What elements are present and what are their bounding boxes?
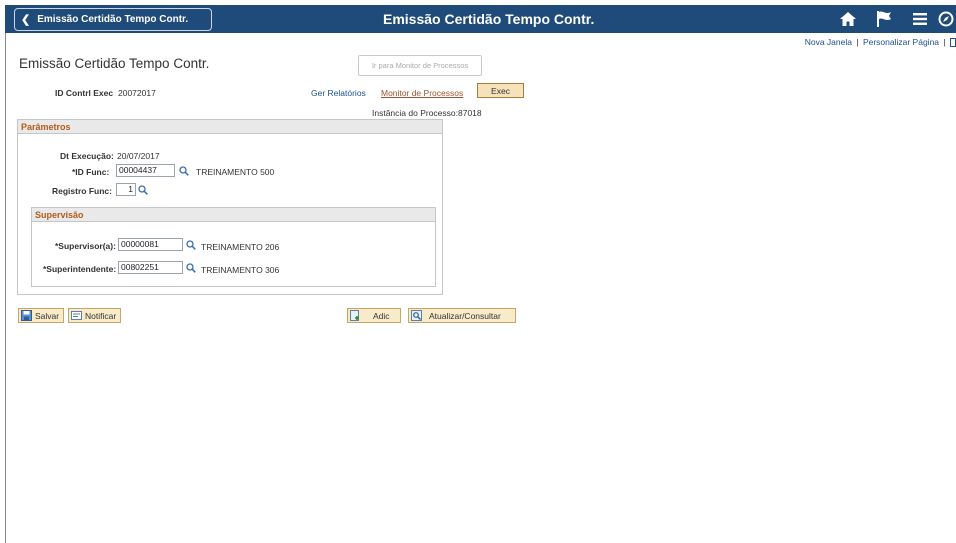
- link-separator: |: [943, 37, 946, 47]
- supervisor-lookup-icon[interactable]: [186, 240, 196, 250]
- save-button[interactable]: Salvar: [18, 308, 65, 323]
- save-button-label: Salvar: [35, 310, 60, 321]
- process-instance: Instância do Processo:87018: [372, 108, 482, 118]
- notify-icon: [71, 311, 82, 320]
- parametros-header: Parâmetros: [18, 120, 442, 134]
- link-separator: |: [856, 37, 859, 47]
- add-icon: [350, 310, 359, 321]
- superintendente-lookup-icon[interactable]: [186, 263, 196, 273]
- menu-icon[interactable]: [902, 5, 938, 33]
- dt-execucao-label: Dt Execução:: [60, 151, 114, 161]
- notify-button-label: Notificar: [85, 310, 117, 321]
- personalize-page-link[interactable]: Personalizar Página: [863, 37, 939, 47]
- flag-icon[interactable]: [866, 5, 902, 33]
- banner-title: Emissão Certidão Tempo Contr.: [383, 11, 595, 27]
- run-control-label: ID Contrl Exec: [55, 88, 114, 98]
- process-instance-value: 87018: [458, 108, 482, 118]
- notify-button[interactable]: Notificar: [68, 308, 122, 323]
- save-icon: [21, 310, 32, 321]
- page-title: Emissão Certidão Tempo Contr.: [19, 56, 210, 71]
- registro-func-lookup-icon[interactable]: [138, 185, 148, 195]
- add-button-label: Adic: [373, 310, 390, 321]
- go-to-process-monitor-button: Ir para Monitor de Processos: [358, 55, 482, 76]
- chevron-left-icon: ❮: [21, 14, 31, 26]
- update-display-button[interactable]: Atualizar/Consultar: [408, 308, 516, 323]
- update-display-icon: [411, 310, 422, 321]
- superintendente-label: *Superintendente:: [43, 264, 117, 274]
- supervisao-header: Supervisão: [32, 208, 435, 222]
- add-button[interactable]: Adic: [347, 308, 401, 323]
- id-func-label: *ID Func:: [72, 167, 110, 177]
- banner-actions: [830, 5, 956, 33]
- back-button[interactable]: ❮ Emissão Certidão Tempo Contr.: [14, 8, 212, 31]
- superintendente-input[interactable]: 00802251: [118, 261, 183, 274]
- supervisor-description: TREINAMENTO 206: [201, 242, 280, 252]
- top-links: Nova Janela | Personalizar Página |: [805, 37, 956, 48]
- top-banner: ❮ Emissão Certidão Tempo Contr. Emissão …: [5, 5, 956, 33]
- process-monitor-link[interactable]: Monitor de Processos: [381, 88, 463, 98]
- id-func-input[interactable]: 00004437: [116, 164, 175, 177]
- back-button-label: Emissão Certidão Tempo Contr.: [37, 14, 189, 25]
- dt-execucao-value: 20/07/2017: [117, 151, 160, 161]
- registro-func-input[interactable]: 1: [116, 183, 136, 196]
- report-manager-link[interactable]: Ger Relatórios: [311, 88, 366, 98]
- id-func-description: TREINAMENTO 500: [196, 167, 275, 177]
- registro-func-label: Registro Func:: [52, 186, 112, 196]
- new-window-link[interactable]: Nova Janela: [805, 37, 852, 47]
- run-control-value: 20072017: [118, 88, 156, 98]
- id-func-lookup-icon[interactable]: [179, 166, 189, 176]
- process-instance-label: Instância do Processo:: [372, 108, 458, 118]
- supervisor-input[interactable]: 00000081: [118, 238, 183, 251]
- home-icon[interactable]: [830, 5, 866, 33]
- navbar-icon[interactable]: [938, 5, 956, 33]
- supervisor-label: *Supervisor(a):: [55, 241, 116, 251]
- superintendente-description: TREINAMENTO 306: [201, 265, 280, 275]
- help-icon[interactable]: [950, 38, 956, 48]
- exec-button[interactable]: Exec: [477, 83, 524, 98]
- update-display-button-label: Atualizar/Consultar: [429, 310, 501, 321]
